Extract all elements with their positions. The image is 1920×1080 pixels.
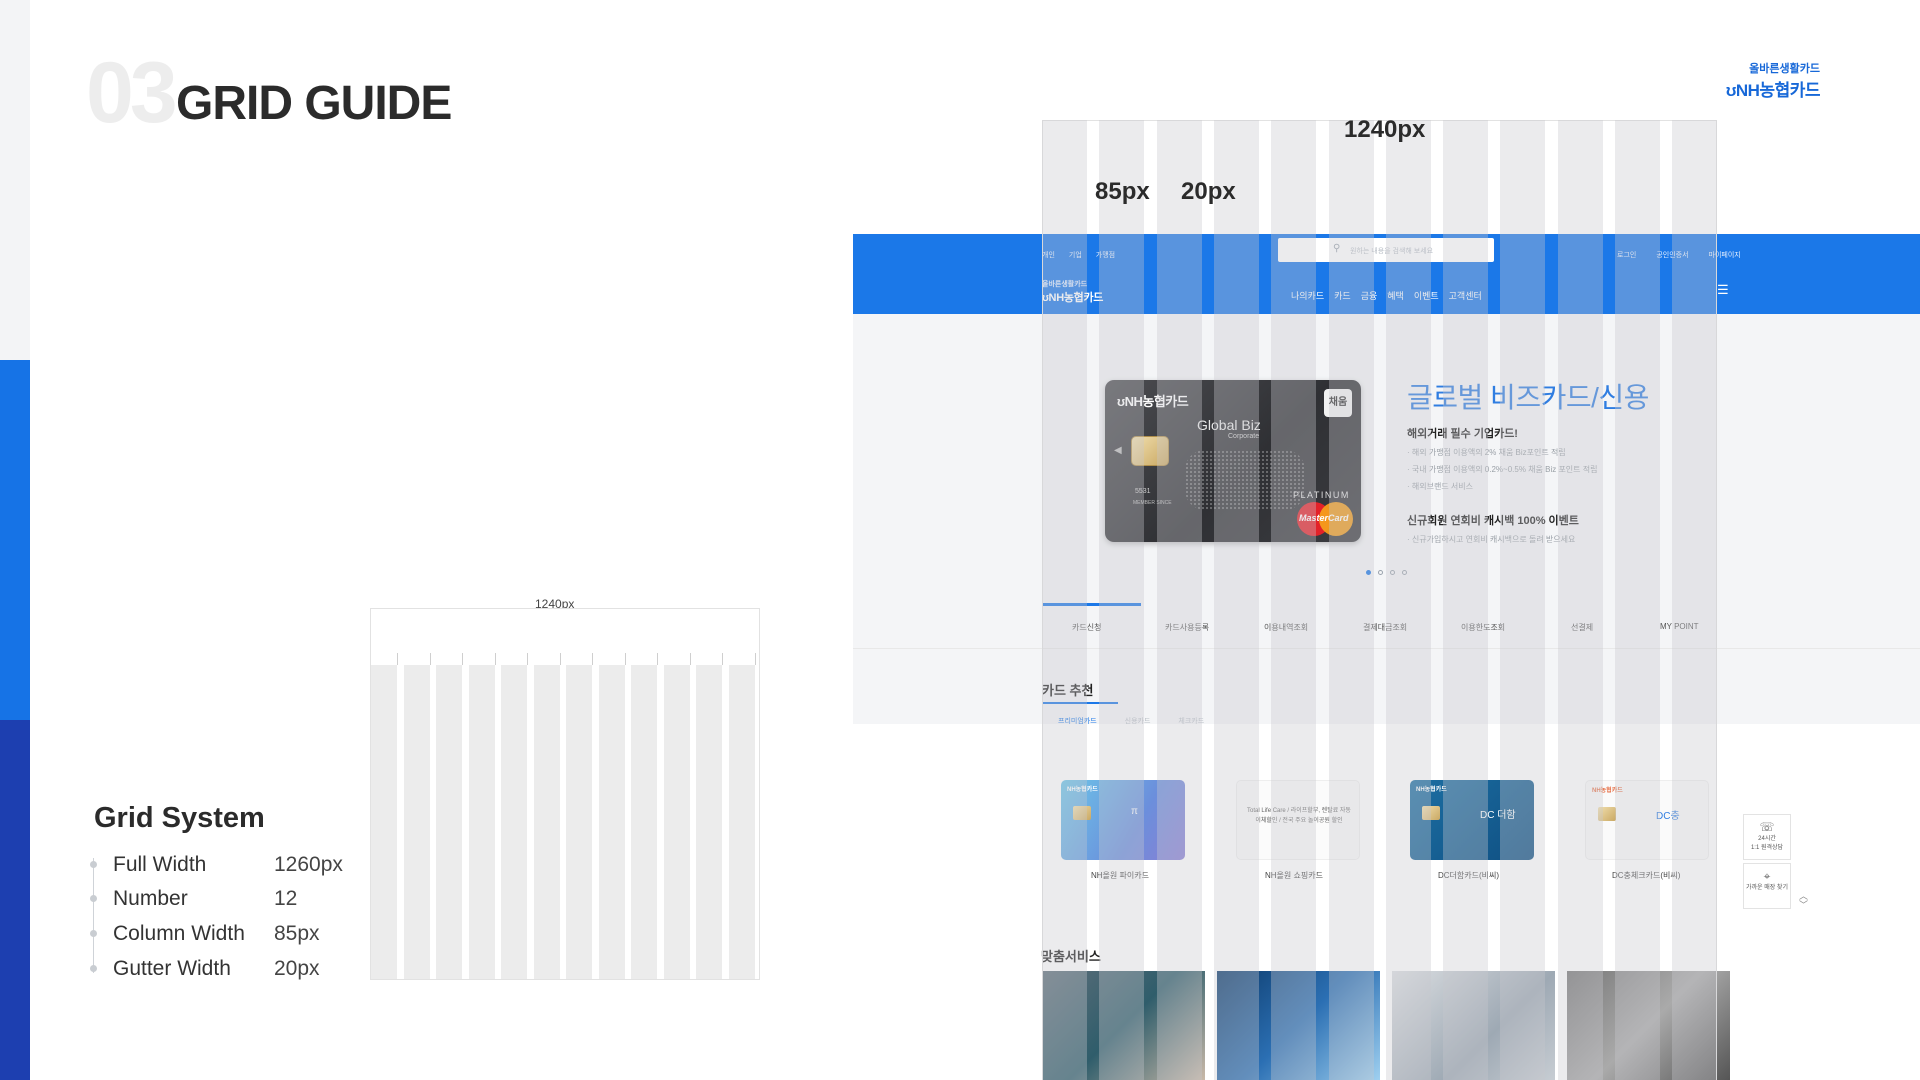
brand-tagline: 올바른생활카드 xyxy=(1749,63,1820,75)
mini-grid-column xyxy=(533,665,560,979)
mini-grid-column xyxy=(663,665,690,979)
mini-grid-tick xyxy=(527,653,528,665)
grid-column xyxy=(1615,120,1660,1080)
grid-column-width-label: 85px xyxy=(1095,178,1150,205)
brand-logo: 올바른생활카드 ʊNH농협카드 xyxy=(1725,60,1821,101)
mini-grid-tick xyxy=(494,653,496,665)
mini-grid-diagram xyxy=(370,608,760,980)
mini-grid-tick xyxy=(429,653,431,665)
mini-grid-column xyxy=(468,665,495,979)
slide-number: 03 xyxy=(86,45,178,141)
brand-mark-icon: ʊ xyxy=(1725,81,1737,100)
bullet-dot xyxy=(90,930,97,937)
store-finder-button[interactable]: ⌖ 가까운 매장 찾기 xyxy=(1743,863,1791,909)
mini-grid-tick xyxy=(397,653,398,665)
mini-grid-column xyxy=(696,665,722,979)
mini-grid-tick xyxy=(624,653,626,665)
left-strip-accent xyxy=(0,360,30,720)
grid-column xyxy=(1557,120,1603,1080)
mini-grid-tick xyxy=(657,653,658,665)
mini-grid-tick xyxy=(689,653,691,665)
scroll-arrows-icon[interactable]: ︿ ﹀ xyxy=(1799,892,1808,910)
remote-consult-button[interactable]: ☏ 24시간 1:1 원격상담 xyxy=(1743,814,1791,860)
mini-grid-column xyxy=(501,665,527,979)
mini-grid-column xyxy=(371,665,397,979)
bullet-dot xyxy=(90,861,97,868)
mini-grid-column xyxy=(403,665,430,979)
location-pin-icon: ⌖ xyxy=(1763,869,1771,883)
slide-title: GRID GUIDE xyxy=(176,77,452,130)
mini-grid-column xyxy=(598,665,625,979)
grid-column xyxy=(1672,120,1718,1080)
grid-system-title: Grid System xyxy=(94,802,265,834)
grid-column xyxy=(1385,120,1431,1080)
grid-column xyxy=(1213,120,1259,1080)
grid-column xyxy=(1328,120,1374,1080)
bullet-dot xyxy=(90,965,97,972)
mini-grid-column xyxy=(436,665,462,979)
grid-column xyxy=(1042,120,1087,1080)
bullet-dot xyxy=(90,895,97,902)
headset-icon: ☏ xyxy=(1759,820,1775,834)
grid-gutter-width-label: 20px xyxy=(1181,178,1236,205)
menu-icon[interactable]: ☰ xyxy=(1717,283,1729,296)
grid-column xyxy=(1271,120,1317,1080)
mini-grid-tick xyxy=(462,653,463,665)
mini-grid-column xyxy=(728,665,755,979)
grid-system-line xyxy=(93,858,94,973)
grid-column xyxy=(1156,120,1202,1080)
mini-grid-tick xyxy=(592,653,593,665)
mini-grid-tick xyxy=(722,653,723,665)
mini-grid-column xyxy=(566,665,592,979)
mini-grid-tick xyxy=(559,653,561,665)
website-mockup: 개인 기업 가맹점 ⚲ 원하는 내용을 검색해 보세요 로그인 공인인증서 마이… xyxy=(853,120,1920,1080)
grid-column xyxy=(1500,120,1546,1080)
mini-grid-column xyxy=(631,665,657,979)
mini-grid-tick xyxy=(754,653,756,665)
brand-name: ʊNH농협카드 xyxy=(1725,81,1821,100)
left-strip-navy xyxy=(0,720,30,1080)
grid-total-width-label: 1240px xyxy=(1344,120,1426,143)
grid-column xyxy=(1099,120,1145,1080)
slide: 03 GRID GUIDE 올바른생활카드 ʊNH농협카드 Grid Syste… xyxy=(0,0,1920,1080)
grid-column xyxy=(1443,120,1489,1080)
